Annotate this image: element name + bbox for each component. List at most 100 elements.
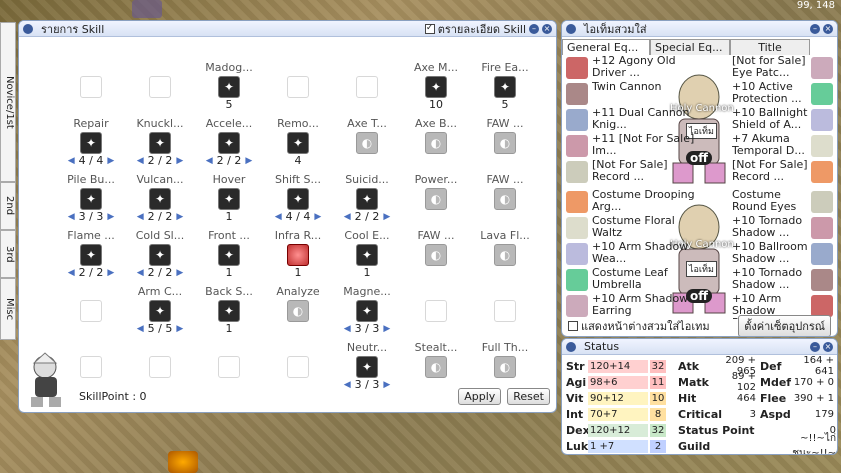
equip-item-icon[interactable]	[811, 83, 833, 105]
equip-slot-left[interactable]: +11 Dual Cannon Knig...	[592, 107, 702, 133]
level-down-arrow[interactable]: ◀	[344, 210, 351, 224]
equip-item-icon[interactable]	[811, 269, 833, 291]
equip-item-icon[interactable]	[566, 57, 588, 79]
skill-slot[interactable]: Suicid... ✦ ◀ 2 / 2 ▶	[333, 173, 401, 229]
skill-icon[interactable]: ◐	[494, 132, 516, 154]
equip-slot-right[interactable]: +10 Tornado Shadow ...	[732, 215, 808, 241]
equip-item-icon[interactable]	[811, 217, 833, 239]
tab-misc[interactable]: Misc	[0, 278, 16, 340]
level-up-arrow[interactable]: ▶	[245, 154, 252, 168]
level-up-arrow[interactable]: ▶	[107, 210, 114, 224]
level-up-arrow[interactable]: ▶	[314, 210, 321, 224]
window-menu-icon[interactable]	[566, 341, 576, 352]
equip-item-icon[interactable]	[566, 191, 588, 213]
equip-item-icon[interactable]	[811, 243, 833, 265]
skill-icon[interactable]: ✦	[149, 188, 171, 210]
equip-item-icon[interactable]	[811, 295, 833, 317]
equip-item-icon[interactable]	[566, 295, 588, 317]
tab-novice-1st[interactable]: Novice/1st	[0, 22, 16, 182]
tab-2nd[interactable]: 2nd	[0, 182, 16, 230]
level-up-arrow[interactable]: ▶	[176, 154, 183, 168]
skill-icon[interactable]: ✦	[356, 188, 378, 210]
skill-slot[interactable]: Madog... ✦ 5	[195, 61, 263, 117]
skill-icon[interactable]: ◐	[494, 188, 516, 210]
level-up-arrow[interactable]: ▶	[176, 210, 183, 224]
skill-slot[interactable]: Remo... ✦ 4	[264, 117, 332, 173]
level-down-arrow[interactable]: ◀	[137, 210, 144, 224]
tab-3rd[interactable]: 3rd	[0, 230, 16, 278]
level-up-arrow[interactable]: ▶	[176, 322, 183, 336]
skill-icon[interactable]	[287, 244, 309, 266]
apply-button[interactable]: Apply	[458, 387, 502, 405]
skill-slot[interactable]: Magne... ✦ ◀ 3 / 3 ▶	[333, 285, 401, 341]
equip-item-icon[interactable]	[566, 243, 588, 265]
skill-slot[interactable]: Pile Bu... ✦ ◀ 3 / 3 ▶	[57, 173, 125, 229]
equip-slot-left[interactable]: Costume Leaf Umbrella	[592, 267, 702, 293]
equip-slot-left[interactable]: +12 Agony Old Driver ...	[592, 55, 702, 81]
skill-slot[interactable]: Infra R... 1	[264, 229, 332, 285]
skill-icon[interactable]: ✦	[494, 76, 516, 98]
equip-slot-right[interactable]: +7 Akuma Temporal D...	[732, 133, 808, 159]
equipment-set-button[interactable]: ตั้งค่าเซ็ตอุปกรณ์	[738, 315, 831, 336]
show-equip-checkbox[interactable]	[568, 321, 578, 331]
skill-icon[interactable]: ✦	[149, 244, 171, 266]
hotbar-icon[interactable]	[168, 451, 198, 473]
skill-slot[interactable]: FAW ... ◐	[471, 117, 539, 173]
skill-slot[interactable]: Axe B... ◐	[402, 117, 470, 173]
skill-icon[interactable]: ✦	[218, 76, 240, 98]
equip-item-icon[interactable]	[811, 161, 833, 183]
skill-slot[interactable]: Knuckl... ✦ ◀ 2 / 2 ▶	[126, 117, 194, 173]
skill-slot[interactable]: FAW ... ◐	[471, 173, 539, 229]
level-down-arrow[interactable]: ◀	[68, 154, 75, 168]
equip-slot-left[interactable]: +10 Arm Shadow Wea...	[592, 241, 702, 267]
skill-icon[interactable]: ◐	[425, 188, 447, 210]
skill-icon[interactable]: ✦	[425, 76, 447, 98]
equip-slot-right[interactable]: Costume Round Eyes	[732, 189, 808, 215]
equip-item-icon[interactable]	[811, 135, 833, 157]
level-up-arrow[interactable]: ▶	[383, 322, 390, 336]
skill-slot[interactable]: Cool E... ✦ 1	[333, 229, 401, 285]
close-icon[interactable]: ×	[542, 23, 552, 34]
equip-item-icon[interactable]	[566, 109, 588, 131]
skill-icon[interactable]: ✦	[218, 244, 240, 266]
skill-slot[interactable]: Flame ... ✦ ◀ 2 / 2 ▶	[57, 229, 125, 285]
skill-icon[interactable]: ✦	[80, 188, 102, 210]
skill-slot[interactable]: Accele... ✦ ◀ 2 / 2 ▶	[195, 117, 263, 173]
equipment-titlebar[interactable]: ไอเท็มสวมใส่ – ×	[562, 21, 837, 37]
equip-slot-left[interactable]: Twin Cannon	[592, 81, 702, 107]
skill-slot[interactable]: Cold Sl... ✦ ◀ 2 / 2 ▶	[126, 229, 194, 285]
detail-checkbox[interactable]: ✓	[424, 23, 435, 34]
skill-slot[interactable]: Analyze ◐	[264, 285, 332, 341]
skill-icon[interactable]: ◐	[494, 356, 516, 378]
skill-slot[interactable]: Axe M... ✦ 10	[402, 61, 470, 117]
skill-slot[interactable]: Power... ◐	[402, 173, 470, 229]
skill-icon[interactable]: ◐	[425, 244, 447, 266]
tab-general-equip[interactable]: General Eq...	[562, 39, 650, 55]
reset-button[interactable]: Reset	[507, 387, 550, 405]
skill-slot[interactable]: Vulcan... ✦ ◀ 2 / 2 ▶	[126, 173, 194, 229]
equip-item-icon[interactable]	[566, 217, 588, 239]
skill-slot[interactable]: Arm C... ✦ ◀ 5 / 5 ▶	[126, 285, 194, 341]
close-icon[interactable]: ×	[823, 23, 833, 34]
skill-icon[interactable]: ✦	[218, 132, 240, 154]
skill-slot[interactable]: Shift S... ✦ ◀ 4 / 4 ▶	[264, 173, 332, 229]
skill-icon[interactable]: ✦	[356, 300, 378, 322]
equip-slot-left[interactable]: [Not For Sale] Record ...	[592, 159, 702, 185]
skill-icon[interactable]: ✦	[218, 300, 240, 322]
skill-icon[interactable]: ◐	[494, 244, 516, 266]
equip-item-icon[interactable]	[566, 269, 588, 291]
tab-title[interactable]: Title	[730, 39, 810, 55]
equip-slot-left[interactable]: +11 [Not For Sale] Im...	[592, 133, 702, 159]
skill-slot[interactable]: Lava Fl... ◐	[471, 229, 539, 285]
equip-item-icon[interactable]	[566, 161, 588, 183]
level-down-arrow[interactable]: ◀	[68, 266, 75, 280]
level-down-arrow[interactable]: ◀	[68, 210, 75, 224]
level-down-arrow[interactable]: ◀	[275, 210, 282, 224]
skill-icon[interactable]: ✦	[80, 244, 102, 266]
level-down-arrow[interactable]: ◀	[137, 154, 144, 168]
skill-slot[interactable]: FAW ... ◐	[402, 229, 470, 285]
close-icon[interactable]: ×	[823, 341, 833, 352]
equip-slot-left[interactable]: Costume Floral Waltz	[592, 215, 702, 241]
skill-window-titlebar[interactable]: รายการ Skill ✓ ตรายละเอียด Skill – ×	[19, 21, 556, 37]
skill-icon[interactable]: ◐	[425, 356, 447, 378]
